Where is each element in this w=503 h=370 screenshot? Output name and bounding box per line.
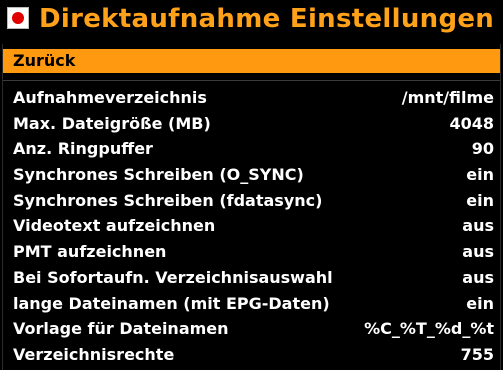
menu-item-verzeichnisauswahl[interactable]: Bei Sofortaufn. Verzeichnisauswahl aus [3, 265, 500, 291]
menu-item-label: Vorlage für Dateinamen [13, 319, 229, 339]
menu-item-value: %C_%T_%d_%t [364, 319, 494, 339]
menu-item-value: /mnt/filme [401, 88, 494, 107]
menu-item-value: ein [466, 190, 494, 210]
menu-items: Aufnahmeverzeichnis /mnt/filme Max. Date… [3, 85, 500, 368]
menu-separator [3, 80, 500, 81]
menu-item-label: PMT aufzeichnen [13, 242, 167, 262]
menu-item-value: aus [462, 216, 494, 236]
menu-item-max-dateigroesse[interactable]: Max. Dateigröße (MB) 4048 [3, 111, 500, 137]
menu-item-value: 4048 [449, 113, 494, 133]
menu-item-label: Synchrones Schreiben (fdatasync) [13, 190, 323, 210]
menu-item-value: ein [466, 165, 494, 185]
menu-item-label: Verzeichnisrechte [13, 344, 175, 364]
menu-item-value: ein [466, 293, 494, 313]
menu-item-value: aus [462, 242, 494, 262]
settings-menu: Zurück Aufnahmeverzeichnis /mnt/filme Ma… [2, 44, 501, 370]
menu-item-value: aus [462, 267, 494, 287]
menu-item-ringpuffer[interactable]: Anz. Ringpuffer 90 [3, 136, 500, 162]
menu-item-videotext[interactable]: Videotext aufzeichnen aus [3, 213, 500, 239]
menu-item-o-sync[interactable]: Synchrones Schreiben (O_SYNC) ein [3, 162, 500, 188]
menu-item-label: Anz. Ringpuffer [13, 139, 153, 159]
menu-item-label: Bei Sofortaufn. Verzeichnisauswahl [13, 267, 333, 287]
menu-item-vorlage-dateinamen[interactable]: Vorlage für Dateinamen %C_%T_%d_%t [3, 316, 500, 342]
menu-item-label: Aufnahmeverzeichnis [13, 88, 207, 107]
menu-item-verzeichnisrechte[interactable]: Verzeichnisrechte 755 [3, 342, 500, 368]
menu-item-label: lange Dateinamen (mit EPG-Daten) [13, 293, 330, 313]
menu-item-value: 755 [460, 344, 494, 364]
menu-item-lange-dateinamen[interactable]: lange Dateinamen (mit EPG-Daten) ein [3, 291, 500, 317]
menu-item-label: Synchrones Schreiben (O_SYNC) [13, 165, 304, 185]
window-header: Direktaufnahme Einstellungen [0, 0, 503, 42]
menu-item-pmt[interactable]: PMT aufzeichnen aus [3, 239, 500, 265]
menu-item-fdatasync[interactable]: Synchrones Schreiben (fdatasync) ein [3, 188, 500, 214]
record-icon [7, 7, 29, 29]
menu-item-label: Videotext aufzeichnen [13, 216, 216, 236]
back-label: Zurück [13, 51, 76, 70]
menu-item-aufnahmeverzeichnis[interactable]: Aufnahmeverzeichnis /mnt/filme [3, 85, 500, 111]
page-title: Direktaufnahme Einstellungen [39, 4, 495, 34]
back-menu-item[interactable]: Zurück [3, 49, 500, 73]
menu-item-label: Max. Dateigröße (MB) [13, 113, 211, 133]
menu-item-value: 90 [471, 139, 494, 159]
